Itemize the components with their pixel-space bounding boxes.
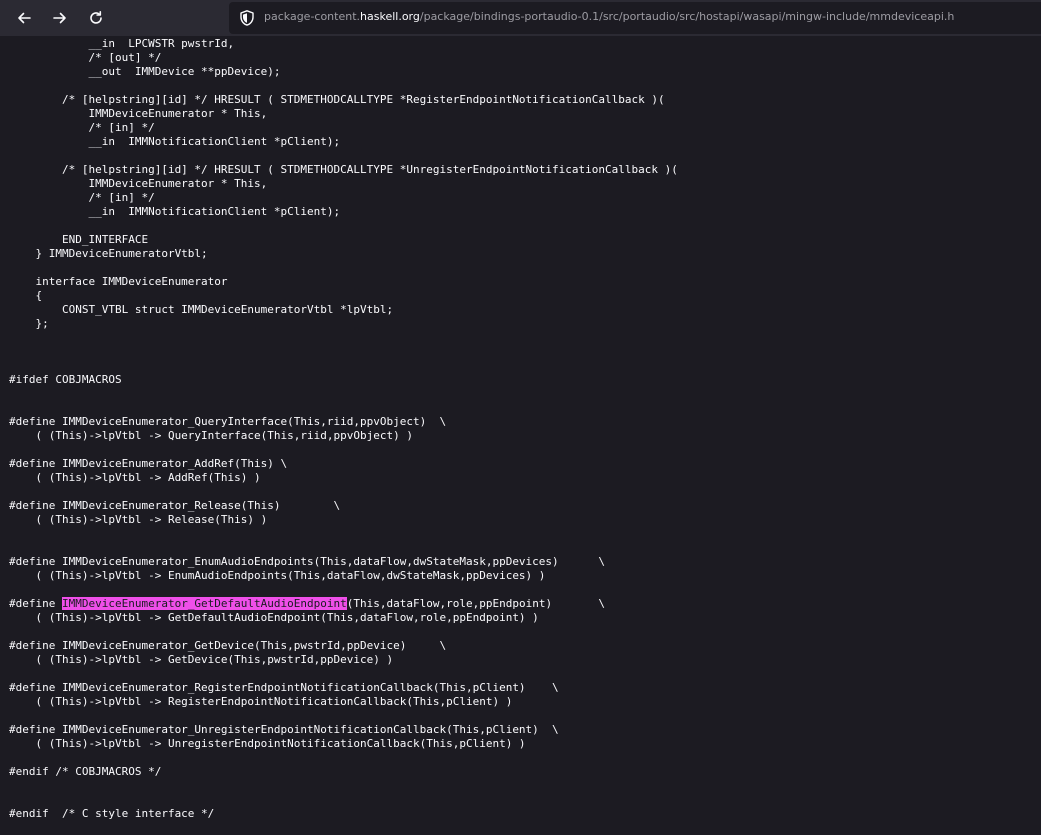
code-line: /* [helpstring][id] */ HRESULT ( STDMETH…	[9, 93, 665, 106]
url-text: package-content.haskell.org/package/bind…	[264, 10, 954, 23]
code-line: __out IMMDevice **ppDevice);	[9, 65, 281, 78]
browser-toolbar: package-content.haskell.org/package/bind…	[0, 0, 1041, 36]
code-line: ( (This)->lpVtbl -> AddRef(This) )	[9, 471, 261, 484]
code-line: interface IMMDeviceEnumerator	[9, 275, 228, 288]
code-line: #define IMMDeviceEnumerator_AddRef(This)…	[9, 457, 288, 470]
code-line: ( (This)->lpVtbl -> GetDefaultAudioEndpo…	[9, 611, 539, 624]
code-line: #endif /* COBJMACROS */	[9, 765, 162, 778]
code-line: {	[9, 289, 43, 302]
code-line: IMMDeviceEnumerator * This,	[9, 177, 268, 190]
forward-button[interactable]	[47, 5, 73, 31]
code-line: /* [helpstring][id] */ HRESULT ( STDMETH…	[9, 163, 678, 176]
code-line: #define IMMDeviceEnumerator_RegisterEndp…	[9, 681, 559, 694]
arrow-left-icon	[18, 12, 31, 24]
code-line: #define IMMDeviceEnumerator_UnregisterEn…	[9, 723, 559, 736]
url-path: /package/bindings-portaudio-0.1/src/port…	[419, 10, 955, 23]
code-line: /* [in] */	[9, 191, 155, 204]
find-highlight: IMMDeviceEnumerator_GetDefaultAudioEndpo…	[61, 597, 347, 610]
code-line: #define IMMDeviceEnumerator_GetDevice(Th…	[9, 639, 447, 652]
shield-icon[interactable]	[238, 9, 256, 27]
source-code: __in LPCWSTR pwstrId, /* [out] */ __out …	[0, 37, 678, 821]
reload-icon	[90, 11, 102, 24]
code-line: ( (This)->lpVtbl -> GetDevice(This,pwstr…	[9, 653, 394, 666]
code-line: ( (This)->lpVtbl -> UnregisterEndpointNo…	[9, 737, 526, 750]
code-line: END_INTERFACE	[9, 233, 149, 246]
code-line: ( (This)->lpVtbl -> Release(This) )	[9, 513, 268, 526]
code-line: ( (This)->lpVtbl -> EnumAudioEndpoints(T…	[9, 569, 546, 582]
arrow-right-icon	[53, 12, 66, 24]
back-button[interactable]	[11, 5, 37, 31]
code-line: #define IMMDeviceEnumerator_GetDefaultAu…	[9, 597, 606, 610]
code-line: ( (This)->lpVtbl -> RegisterEndpointNoti…	[9, 695, 513, 708]
code-line: /* [out] */	[9, 51, 162, 64]
url-host: haskell.org	[360, 10, 420, 23]
code-line: /* [in] */	[9, 121, 155, 134]
address-bar[interactable]: package-content.haskell.org/package/bind…	[229, 2, 1041, 34]
code-line: #endif /* C style interface */	[9, 807, 215, 820]
reload-button[interactable]	[83, 5, 109, 31]
url-prefix: package-content.	[264, 10, 361, 23]
code-line: #define IMMDeviceEnumerator_EnumAudioEnd…	[9, 555, 606, 568]
code-line: CONST_VTBL struct IMMDeviceEnumeratorVtb…	[9, 303, 394, 316]
code-line: __in LPCWSTR pwstrId,	[9, 37, 235, 50]
page-content: __in LPCWSTR pwstrId, /* [out] */ __out …	[0, 36, 1041, 835]
code-line: #define IMMDeviceEnumerator_QueryInterfa…	[9, 415, 447, 428]
code-line: };	[9, 317, 49, 330]
code-line: ( (This)->lpVtbl -> QueryInterface(This,…	[9, 429, 413, 442]
code-line: __in IMMNotificationClient *pClient);	[9, 135, 341, 148]
code-line: #ifdef COBJMACROS	[9, 373, 122, 386]
code-line: #define IMMDeviceEnumerator_Release(This…	[9, 499, 341, 512]
code-line: } IMMDeviceEnumeratorVtbl;	[9, 247, 208, 260]
code-line: __in IMMNotificationClient *pClient);	[9, 205, 341, 218]
code-line: IMMDeviceEnumerator * This,	[9, 107, 268, 120]
